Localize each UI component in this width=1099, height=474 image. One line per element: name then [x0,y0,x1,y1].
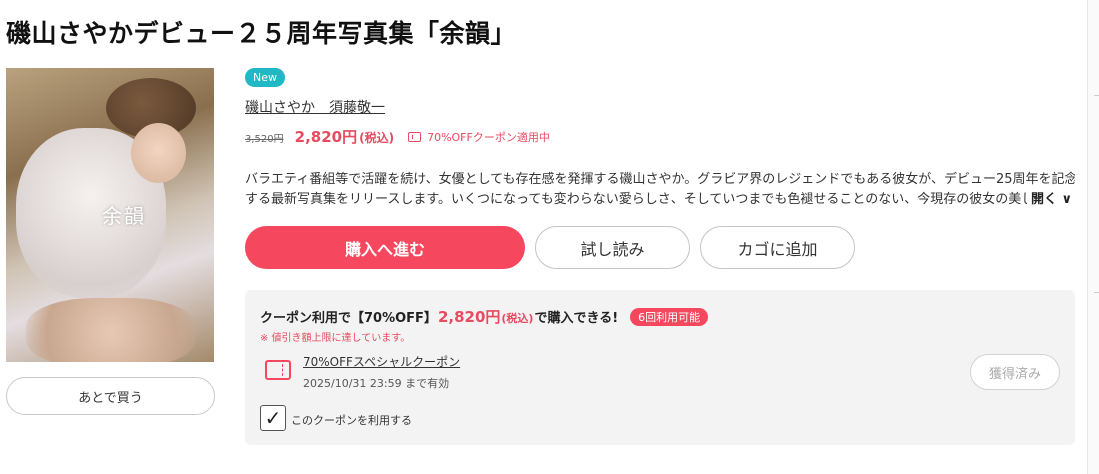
book-cover-image[interactable]: 余韻 [6,68,214,362]
discount-limit-warning: ※ 値引き額上限に達しています。 [260,333,411,344]
right-edge-panel [1087,0,1099,474]
usage-count-badge: 6回利用可能 [630,307,709,326]
coupon-head-prefix: クーポン利用で【70%OFF】 [260,311,437,326]
expand-description-button[interactable]: 開く ∨ [1031,190,1072,210]
use-coupon-checkbox[interactable]: ✓ [260,405,286,431]
cover-figure-shape [26,298,196,362]
author-links[interactable]: 磯山さやか 須藤敬一 [245,97,385,117]
coupon-tax: (税込) [501,312,534,325]
coupon-applied-note: 70%OFFクーポン適用中 [408,129,550,145]
description-line-2: する最新写真集をリリースします。いくつになっても変わらない愛らしさ、そしていつま… [245,192,1027,207]
coupon-panel: クーポン利用で【70%OFF】 2,820円 (税込) で購入できる! 6回利用… [245,290,1075,445]
coupon-price: 2,820円 [437,308,501,326]
sale-price: 2,820円 [294,128,358,146]
edge-divider [1094,292,1099,293]
checkmark-icon: ✓ [264,406,282,430]
description-line-2-row: する最新写真集をリリースします。いくつになっても変わらない愛らしさ、そしていつま… [245,190,1075,210]
buy-later-button[interactable]: あとで買う [6,377,215,415]
use-coupon-label[interactable]: このクーポンを利用する [291,412,412,428]
edge-divider [1094,95,1099,96]
proceed-to-purchase-button[interactable]: 購入へ進む [245,226,525,269]
trial-read-button[interactable]: 試し読み [535,226,690,269]
product-description: バラエティ番組等で活躍を続け、女優としても存在感を発揮する磯山さやか。グラビア界… [245,170,1075,210]
coupon-headline: クーポン利用で【70%OFF】 2,820円 (税込) で購入できる! 6回利用… [260,306,709,327]
coupon-applied-text: 70%OFFクーポン適用中 [427,131,550,144]
coupon-expiry: 2025/10/31 23:59 まで有効 [303,377,450,390]
description-line-1: バラエティ番組等で活躍を続け、女優としても存在感を発揮する磯山さやか。グラビア界… [245,172,1075,187]
page-title: 磯山さやかデビュー２５周年写真集「余韻」 [6,19,517,48]
tax-label: (税込) [359,131,395,145]
new-badge: New [245,68,285,87]
coupon-ticket-icon [408,132,422,142]
coupon-acquired-button[interactable]: 獲得済み [970,354,1060,390]
coupon-head-suffix: で購入できる! [534,311,619,326]
price-row: 3,520円 2,820円 (税込) 70%OFFクーポン適用中 [245,126,550,147]
coupon-ticket-icon [265,360,291,380]
add-to-cart-button[interactable]: カゴに追加 [700,226,855,269]
cover-title-text: 余韻 [102,204,146,228]
coupon-name-link[interactable]: 70%OFFスペシャルクーポン [303,353,460,370]
original-price: 3,520円 [245,134,284,145]
cover-face-shape [131,123,186,183]
